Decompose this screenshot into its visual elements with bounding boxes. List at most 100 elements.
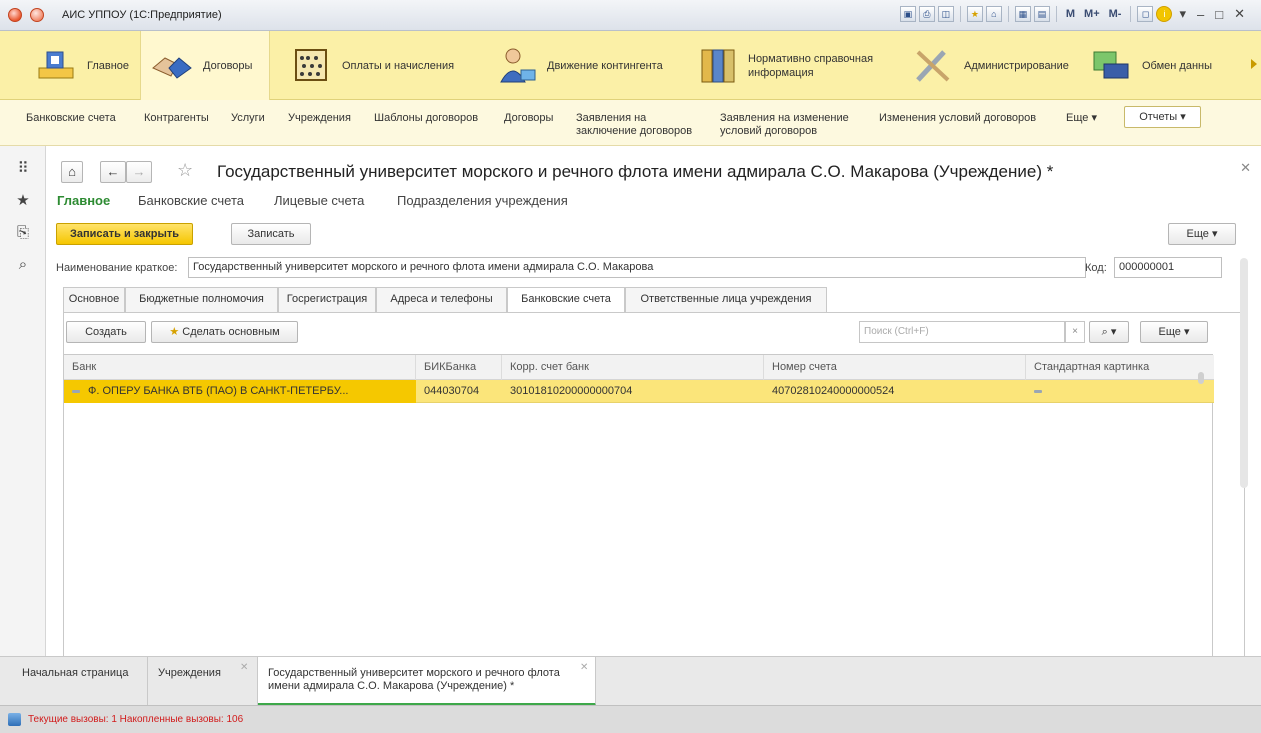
nav-contract-changes[interactable]: Изменения условий договоров [879,112,1036,125]
save-icon[interactable]: ▣ [899,6,916,22]
form-more-button[interactable]: Еще ▾ [1168,223,1236,245]
row-marker-icon [72,389,80,393]
status-text: Текущие вызовы: 1 Накопленные вызовы: 10… [28,714,244,725]
form-tab-personal-accounts[interactable]: Лицевые счета [274,193,364,208]
close-icon[interactable]: ✕ [1230,6,1249,22]
inner-tab-budget[interactable]: Бюджетные полномочия [125,287,278,312]
nav-contracts[interactable]: Договоры [504,112,553,125]
section-main[interactable]: Главное [35,31,129,100]
favorites-icon[interactable]: ★ [14,192,32,210]
inner-tab-addresses[interactable]: Адреса и телефоны [376,287,507,312]
cell-bik: 044030704 [424,385,480,397]
info-icon[interactable]: i [1156,6,1173,22]
apps-grid-icon[interactable]: ⠿ [14,160,32,178]
column-account-number[interactable]: Номер счета [764,355,1026,380]
column-bik[interactable]: БИКБанка [416,355,502,380]
nav-bank-accounts[interactable]: Банковские счета [26,112,116,125]
section-reference[interactable]: Нормативно справочная информация [696,31,888,100]
favorite-star-icon[interactable]: ☆ [177,160,193,181]
table-scrollbar[interactable] [1198,372,1204,384]
form-tab-departments[interactable]: Подразделения учреждения [397,193,568,208]
section-exchange[interactable]: Обмен данны [1090,31,1212,100]
window-tab-current-form[interactable]: Государственный университет морского и р… [258,657,596,706]
form-tab-bank-accounts[interactable]: Банковские счета [138,193,244,208]
form-close-icon[interactable]: ✕ [1240,160,1251,176]
column-corr-account[interactable]: Корр. счет банк [502,355,764,380]
column-bank[interactable]: Банк [64,355,416,380]
search-icon[interactable]: ⌕ [14,256,32,274]
forward-icon[interactable]: → [126,161,152,183]
nav-change-applications[interactable]: Заявления на изменение условий договоров [720,112,870,138]
left-panel: ⠿ ★ ⎘ ⌕ [0,146,46,656]
save-and-close-button[interactable]: Записать и закрыть [56,223,193,245]
bookmark-icon[interactable]: ⌂ [985,6,1002,22]
exchange-icon [1093,51,1129,78]
inner-tab-responsible[interactable]: Ответственные лица учреждения [625,287,827,312]
nav-institutions[interactable]: Учреждения [288,112,351,125]
nav-more[interactable]: Еще ▾ [1066,112,1097,125]
preview-icon[interactable]: ◫ [937,6,954,22]
window-layout-icon[interactable]: ◻ [1137,6,1154,22]
star-icon: ★ [169,326,180,338]
inner-tab-main[interactable]: Основное [63,287,125,312]
close-tab-icon[interactable]: ✕ [240,661,248,674]
inner-tab-registration[interactable]: Госрегистрация [278,287,376,312]
cell-account-number: 40702810240000000524 [772,385,895,397]
short-name-field[interactable]: Государственный университет морского и р… [188,257,1086,278]
dropdown-icon[interactable]: ▾ [1175,6,1190,22]
house-icon [38,51,74,78]
bank-accounts-table: Банк БИКБанка Корр. счет банк Номер счет… [63,354,1214,656]
home-icon[interactable]: ⌂ [61,161,83,183]
nav-contract-templates[interactable]: Шаблоны договоров [374,112,478,125]
search-options-button[interactable]: ⌕ ▾ [1089,321,1129,343]
form-title: Государственный университет морского и р… [217,162,1054,181]
back-icon[interactable]: ← [100,161,126,183]
form-scrollbar[interactable] [1240,258,1248,488]
grid-more-button[interactable]: Еще ▾ [1140,321,1208,343]
memory-minus-button[interactable]: M- [1106,8,1125,20]
cell-standard-picture [1026,380,1201,403]
search-clear-icon[interactable]: × [1065,321,1085,343]
short-name-label: Наименование краткое: [56,262,178,274]
sections-scroll-right-icon[interactable] [1251,59,1257,69]
form-area: ⌂ ← → ☆ Государственный университет морс… [47,146,1261,656]
section-contingent[interactable]: Движение контингента [495,31,663,100]
main-menu-icon[interactable] [30,8,44,22]
code-field[interactable]: 000000001 [1114,257,1222,278]
nav-contract-applications[interactable]: Заявления на заключение договоров [576,112,700,138]
memory-m-button[interactable]: M [1063,8,1078,20]
nav-counterparties[interactable]: Контрагенты [144,112,209,125]
create-button[interactable]: Создать [66,321,146,343]
table-row[interactable]: Ф. ОПЕРУ БАНКА ВТБ (ПАО) В САНКТ-ПЕТЕРБУ… [64,380,1214,403]
reports-button[interactable]: Отчеты ▾ [1124,106,1201,128]
performance-icon[interactable] [8,713,21,726]
make-main-button[interactable]: ★ Сделать основным [151,321,298,343]
section-payments[interactable]: Оплаты и начисления [290,31,454,100]
maximize-icon[interactable]: □ [1211,7,1227,22]
history-icon[interactable]: ⎘ [14,224,32,242]
memory-plus-button[interactable]: M+ [1081,8,1103,20]
nav-services[interactable]: Услуги [231,112,265,125]
section-contracts[interactable]: Договоры [140,31,270,100]
function-bar: Банковские счета Контрагенты Услуги Учре… [0,100,1261,146]
calendar-icon[interactable]: ▤ [1033,6,1050,22]
binders-icon [701,49,735,82]
calculator-icon[interactable]: ▦ [1014,6,1031,22]
form-tab-main[interactable]: Главное [57,193,110,208]
window-tab-institutions[interactable]: Учреждения ✕ [148,657,258,706]
search-input[interactable]: Поиск (Ctrl+F) [859,321,1065,343]
inner-tab-bank-accounts[interactable]: Банковские счета [507,287,625,313]
app-logo-icon[interactable] [8,8,22,22]
save-button[interactable]: Записать [231,223,311,245]
favorite-icon[interactable]: ★ [966,6,983,22]
title-toolbar: ▣ ⎙ ◫ ★ ⌂ ▦ ▤ M M+ M- ◻ i ▾ – □ ✕ [899,6,1249,22]
column-standard-picture[interactable]: Стандартная картинка [1026,355,1201,380]
minimize-icon[interactable]: – [1193,7,1208,22]
section-admin[interactable]: Администрирование [912,31,1069,100]
window-tab-home[interactable]: Начальная страница [12,657,148,706]
print-icon[interactable]: ⎙ [918,6,935,22]
cell-bank: Ф. ОПЕРУ БАНКА ВТБ (ПАО) В САНКТ-ПЕТЕРБУ… [64,380,416,403]
status-bar: Текущие вызовы: 1 Накопленные вызовы: 10… [0,705,1261,733]
abacus-icon [295,48,327,81]
close-tab-icon[interactable]: ✕ [580,661,588,674]
